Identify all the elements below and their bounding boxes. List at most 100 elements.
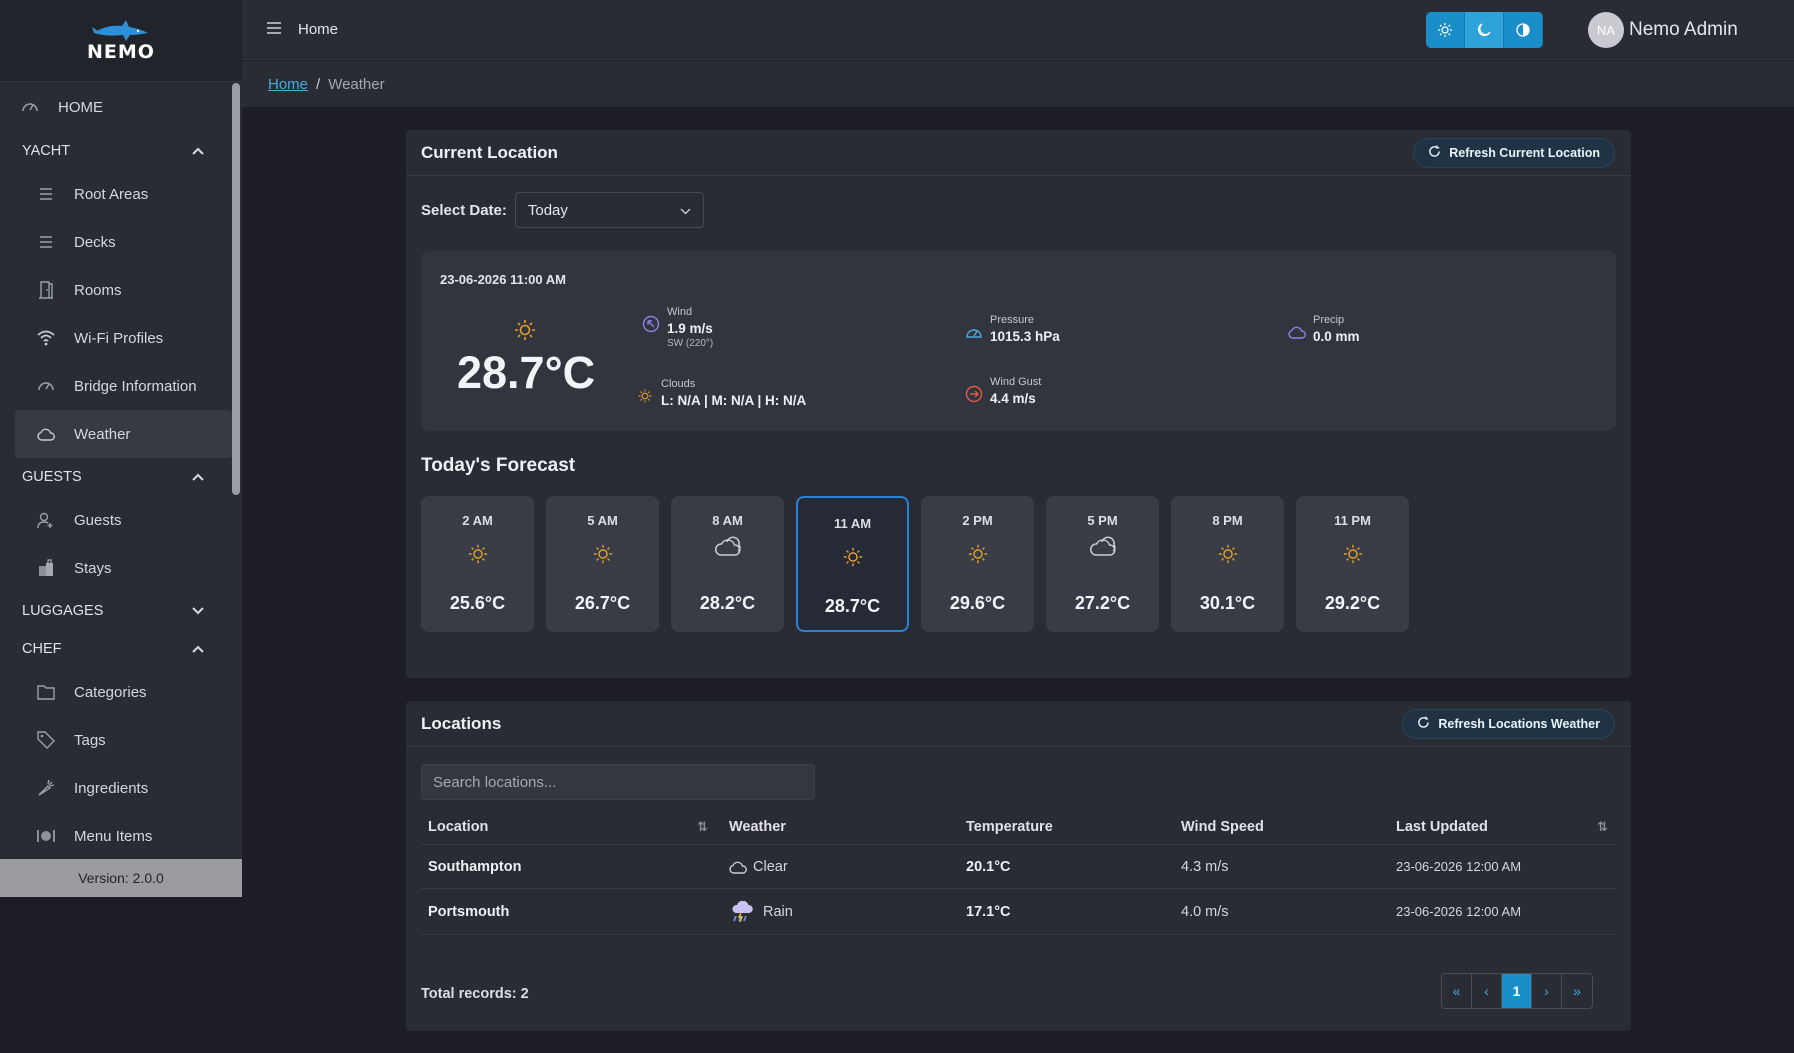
sidebar-item-rooms[interactable]: Rooms xyxy=(0,266,232,314)
card-header: Current Location Refresh Current Locatio… xyxy=(406,130,1631,176)
forecast-temp: 25.6°C xyxy=(449,593,506,613)
forecast-time: 11 PM xyxy=(1334,513,1371,528)
forecast-item[interactable]: 8 PM 30.1°C xyxy=(1171,496,1284,632)
date-select[interactable]: Today xyxy=(514,192,704,228)
dark-theme-button[interactable] xyxy=(1465,12,1504,48)
sidebar-item-stays[interactable]: Stays xyxy=(0,544,232,592)
forecast-item[interactable]: 2 PM 29.6°C xyxy=(921,496,1034,632)
prev-page-button[interactable]: ‹ xyxy=(1472,974,1502,1008)
sidebar-item-ingredients[interactable]: Ingredients xyxy=(0,764,232,812)
pressure-label: Pressure xyxy=(990,314,1035,326)
gauge-icon xyxy=(964,322,984,342)
column-header-wind-speed: Wind Speed xyxy=(1181,818,1264,835)
refresh-current-location-button[interactable]: Refresh Current Location xyxy=(1413,137,1615,168)
sidebar: NEMO HOME YACHT Root Areas Decks Rooms W… xyxy=(0,0,242,897)
user-menu[interactable]: NA Nemo Admin xyxy=(1588,12,1738,48)
sidebar-section-chef[interactable]: CHEF xyxy=(0,630,232,668)
logo[interactable]: NEMO xyxy=(0,0,242,82)
wind-value: 1.9 m/s xyxy=(667,321,713,336)
forecast-time: 2 AM xyxy=(462,513,493,528)
sun-icon xyxy=(843,547,863,572)
table-row[interactable]: Portsmouth Rain 17.1°C 4.0 m/s 23-06-202… xyxy=(421,889,1616,935)
cell-location: Southampton xyxy=(428,858,522,875)
forecast-item[interactable]: 5 PM 27.2°C xyxy=(1046,496,1159,632)
sidebar-item-label: Decks xyxy=(74,233,116,251)
sun-icon xyxy=(1218,544,1238,569)
sort-icon[interactable]: ⇅ xyxy=(1597,819,1608,835)
current-weather-panel: 23-06-2026 11:00 AM 28.7°C Wind 1.9 m/s … xyxy=(421,251,1616,431)
table-row[interactable]: Southampton Clear 20.1°C 4.3 m/s 23-06-2… xyxy=(421,845,1616,889)
sidebar-item-wifi-profiles[interactable]: Wi-Fi Profiles xyxy=(0,314,232,362)
breadcrumb-current: Weather xyxy=(328,75,385,93)
sidebar-item-weather[interactable]: Weather xyxy=(15,410,232,458)
chevron-up-icon xyxy=(192,470,204,484)
sidebar-item-label: Bridge Information xyxy=(74,377,197,395)
forecast-item[interactable]: 2 AM 25.6°C xyxy=(421,496,534,632)
search-input[interactable] xyxy=(421,764,815,800)
sidebar-item-home[interactable]: HOME xyxy=(0,82,232,132)
cell-wind-speed: 4.3 m/s xyxy=(1181,858,1229,875)
cloud-icon xyxy=(36,424,56,444)
theme-switcher xyxy=(1426,12,1543,48)
cell-weather: Clear xyxy=(729,859,788,875)
column-header-last-updated[interactable]: Last Updated xyxy=(1396,819,1488,835)
sun-icon xyxy=(968,544,988,569)
sidebar-section-yacht[interactable]: YACHT xyxy=(0,132,232,170)
button-label: Refresh Locations Weather xyxy=(1438,716,1600,731)
locations-card: Locations Refresh Locations Weather Loca… xyxy=(406,701,1631,1031)
forecast-time: 2 PM xyxy=(962,513,993,528)
sidebar-item-menu-items[interactable]: Menu Items xyxy=(0,812,232,860)
clouds-metric: Clouds L: N/A | M: N/A | H: N/A xyxy=(635,378,806,408)
light-theme-button[interactable] xyxy=(1426,12,1465,48)
forecast-item[interactable]: 8 AM 28.2°C xyxy=(671,496,784,632)
card-title: Locations xyxy=(421,713,502,733)
forecast-item-selected[interactable]: 11 AM 28.7°C xyxy=(796,496,909,632)
sidebar-item-decks[interactable]: Decks xyxy=(0,218,232,266)
column-header-location[interactable]: Location xyxy=(428,819,488,835)
current-temperature: 28.7°C xyxy=(457,347,596,398)
date-selector: Select Date: Today xyxy=(421,192,704,228)
forecast-item[interactable]: 11 PM 29.2°C xyxy=(1296,496,1409,632)
sidebar-section-luggages[interactable]: LUGGAGES xyxy=(0,592,232,630)
column-header-weather: Weather xyxy=(729,818,786,835)
arrow-circle-icon xyxy=(964,384,984,404)
tag-icon xyxy=(36,730,56,750)
page-1-button[interactable]: 1 xyxy=(1502,974,1532,1008)
sidebar-item-tags[interactable]: Tags xyxy=(0,716,232,764)
breadcrumb-home-link[interactable]: Home xyxy=(268,76,308,93)
sidebar-item-bridge-information[interactable]: Bridge Information xyxy=(0,362,232,410)
sidebar-nav: HOME YACHT Root Areas Decks Rooms Wi-Fi … xyxy=(0,82,242,860)
sidebar-scrollbar[interactable] xyxy=(232,83,240,495)
forecast-time: 11 AM xyxy=(833,516,872,531)
door-icon xyxy=(36,280,56,300)
forecast-temp: 26.7°C xyxy=(574,593,631,613)
refresh-icon xyxy=(1417,715,1430,732)
pagination: « ‹ 1 › » xyxy=(1441,973,1593,1009)
menu-toggle-icon[interactable] xyxy=(266,19,282,40)
first-page-button[interactable]: « xyxy=(1442,974,1472,1008)
avatar: NA xyxy=(1588,12,1624,48)
auto-theme-button[interactable] xyxy=(1504,12,1543,48)
forecast-item[interactable]: 5 AM 26.7°C xyxy=(546,496,659,632)
carrot-icon xyxy=(36,778,56,798)
cell-temperature: 20.1°C xyxy=(966,858,1011,875)
last-page-button[interactable]: » xyxy=(1562,974,1592,1008)
next-page-button[interactable]: › xyxy=(1532,974,1562,1008)
sidebar-section-guests[interactable]: GUESTS xyxy=(0,458,232,496)
sidebar-item-root-areas[interactable]: Root Areas xyxy=(0,170,232,218)
version-label: Version: 2.0.0 xyxy=(0,859,242,897)
forecast-time: 5 PM xyxy=(1087,513,1118,528)
cell-weather: Rain xyxy=(729,900,793,923)
list-icon xyxy=(36,184,56,204)
locations-table: Location ⇅ Weather Temperature Wind Spee… xyxy=(421,809,1616,935)
refresh-locations-weather-button[interactable]: Refresh Locations Weather xyxy=(1402,708,1615,739)
sun-icon xyxy=(468,544,488,569)
column-header-temperature: Temperature xyxy=(966,818,1053,835)
current-location-card: Current Location Refresh Current Locatio… xyxy=(406,130,1631,678)
wind-gust-metric: Wind Gust 4.4 m/s xyxy=(964,376,1041,406)
sidebar-item-guests[interactable]: Guests xyxy=(0,496,232,544)
sort-icon[interactable]: ⇅ xyxy=(697,819,708,835)
forecast-title: Today's Forecast xyxy=(421,455,576,476)
sidebar-item-categories[interactable]: Categories xyxy=(0,668,232,716)
sun-icon xyxy=(1438,23,1452,37)
